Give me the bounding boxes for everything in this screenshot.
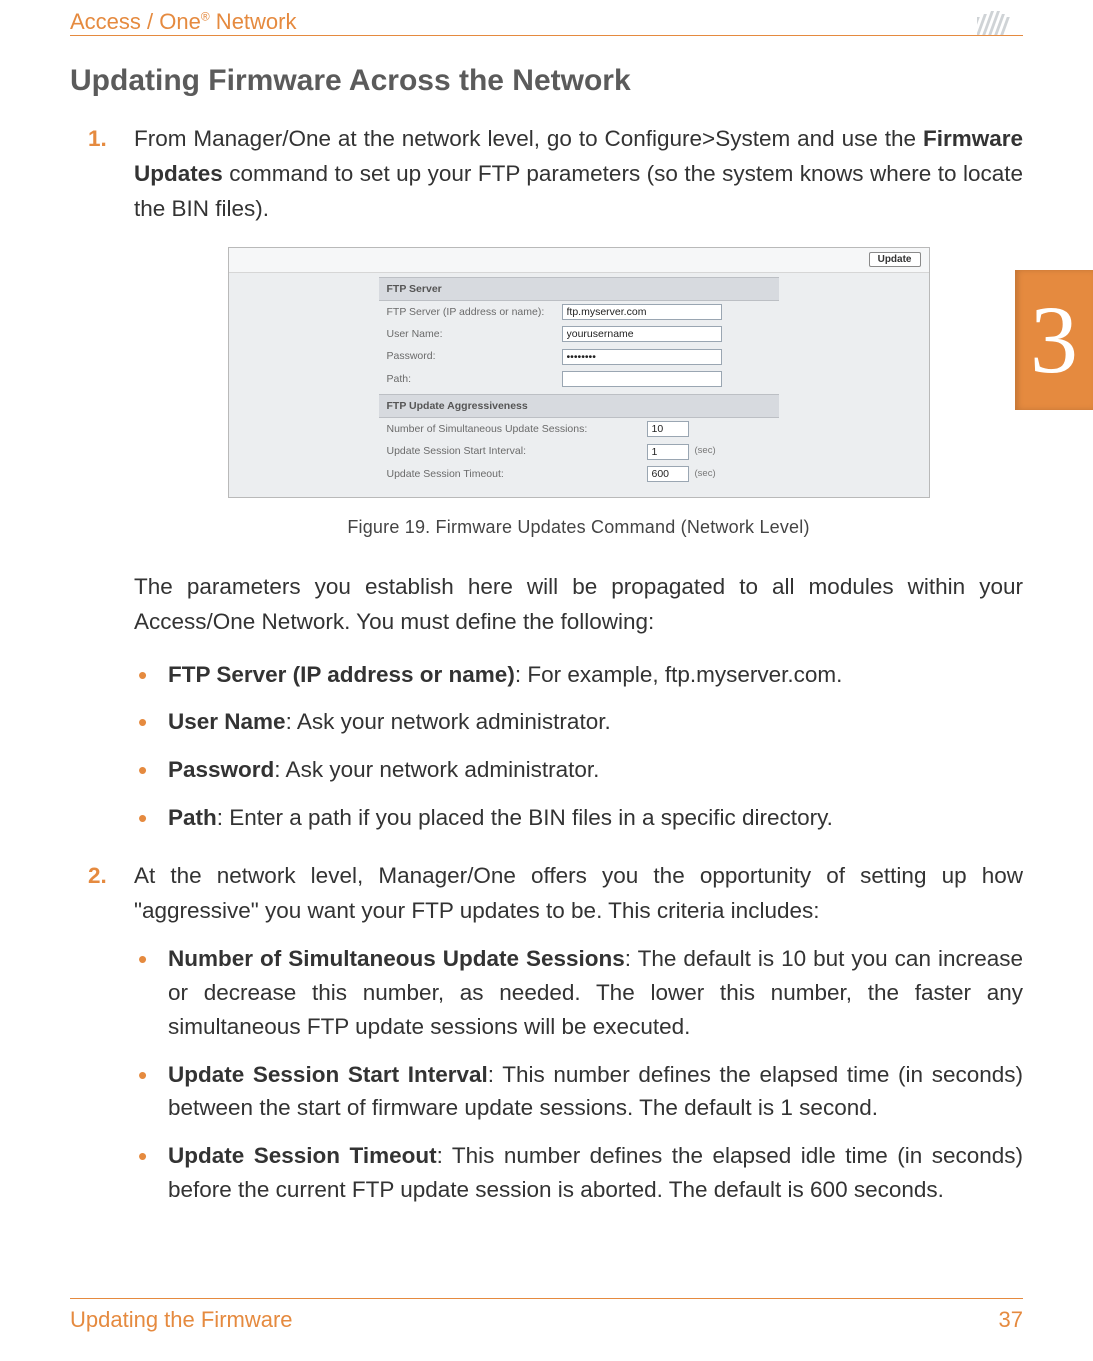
unit-timeout: (sec) <box>695 467 716 482</box>
step-1: 1. From Manager/One at the network level… <box>70 122 1023 835</box>
step-number: 2. <box>88 859 107 894</box>
input-timeout[interactable] <box>647 466 689 482</box>
figure-caption: Figure 19. Firmware Updates Command (Net… <box>134 514 1023 542</box>
row-start-interval: Update Session Start Interval: (sec) <box>379 440 779 462</box>
update-button[interactable]: Update <box>869 252 921 267</box>
step-2: 2. At the network level, Manager/One off… <box>70 859 1023 1207</box>
chapter-tab: 3 <box>1015 270 1093 410</box>
input-start-interval[interactable] <box>647 444 689 460</box>
group-ftp-aggressiveness: FTP Update Aggressiveness <box>379 394 779 418</box>
panel-toolbar: Update <box>229 248 929 273</box>
header-title-prefix: Access / One <box>70 9 201 34</box>
input-sessions[interactable] <box>647 421 689 437</box>
bullet-session-timeout: Update Session Timeout: This number defi… <box>134 1139 1023 1207</box>
input-password[interactable] <box>562 349 722 365</box>
section-heading: Updating Firmware Across the Network <box>70 64 1023 98</box>
bullet-ftp-server: FTP Server (IP address or name): For exa… <box>134 658 1023 692</box>
row-timeout: Update Session Timeout: (sec) <box>379 463 779 485</box>
firmware-updates-panel: Update FTP Server FTP Server (IP address… <box>228 247 930 498</box>
steps-list: 1. From Manager/One at the network level… <box>70 122 1023 1207</box>
label-path: Path: <box>387 371 562 387</box>
step-number: 1. <box>88 122 107 157</box>
step-2-para: At the network level, Manager/One offers… <box>134 863 1023 923</box>
label-sessions: Number of Simultaneous Update Sessions: <box>387 421 647 437</box>
figure-19: Update FTP Server FTP Server (IP address… <box>134 247 1023 542</box>
input-user-name[interactable] <box>562 326 722 342</box>
header-title: Access / One® Network <box>70 9 296 35</box>
label-start-interval: Update Session Start Interval: <box>387 443 647 459</box>
label-password: Password: <box>387 348 562 364</box>
input-path[interactable] <box>562 371 722 387</box>
row-path: Path: <box>379 368 779 390</box>
step-1-para: From Manager/One at the network level, g… <box>134 126 1023 221</box>
input-ftp-server[interactable] <box>562 304 722 320</box>
step-2-bullets: Number of Simultaneous Update Sessions: … <box>134 942 1023 1206</box>
row-password: Password: <box>379 345 779 367</box>
row-sessions: Number of Simultaneous Update Sessions: <box>379 418 779 440</box>
label-timeout: Update Session Timeout: <box>387 466 647 482</box>
row-user-name: User Name: <box>379 323 779 345</box>
row-ftp-server: FTP Server (IP address or name): <box>379 301 779 323</box>
registered-mark: ® <box>201 10 210 24</box>
bullet-simultaneous-sessions: Number of Simultaneous Update Sessions: … <box>134 942 1023 1043</box>
page-header: Access / One® Network <box>70 0 1023 36</box>
bullet-start-interval: Update Session Start Interval: This numb… <box>134 1058 1023 1126</box>
bullet-password: Password: Ask your network administrator… <box>134 753 1023 787</box>
bullet-path: Path: Enter a path if you placed the BIN… <box>134 801 1023 835</box>
header-title-suffix: Network <box>210 9 297 34</box>
footer-page-number: 37 <box>999 1307 1023 1333</box>
page-footer: Updating the Firmware 37 <box>70 1298 1023 1333</box>
label-ftp-server: FTP Server (IP address or name): <box>387 304 562 320</box>
group-ftp-server: FTP Server <box>379 277 779 301</box>
header-logo-icon <box>977 11 1023 35</box>
footer-left: Updating the Firmware <box>70 1307 293 1333</box>
unit-start-interval: (sec) <box>695 444 716 459</box>
step-1-bullets: FTP Server (IP address or name): For exa… <box>134 658 1023 835</box>
label-user-name: User Name: <box>387 326 562 342</box>
bullet-user-name: User Name: Ask your network administrato… <box>134 705 1023 739</box>
step-1-after-figure: The parameters you establish here will b… <box>134 570 1023 640</box>
